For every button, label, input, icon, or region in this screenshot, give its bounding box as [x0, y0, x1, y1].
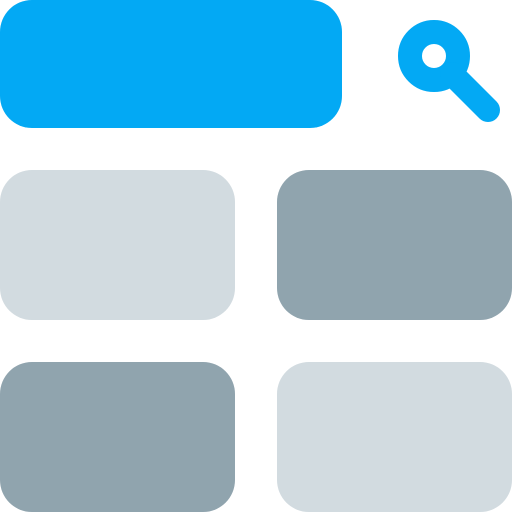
- magnifier-handle: [440, 62, 500, 122]
- search-icon[interactable]: [382, 20, 512, 130]
- grid-tile-2[interactable]: [277, 170, 512, 320]
- search-bar[interactable]: [0, 0, 342, 128]
- grid-search-illustration: [0, 0, 512, 512]
- grid-tile-3[interactable]: [0, 362, 235, 512]
- grid-tile-1[interactable]: [0, 170, 235, 320]
- grid-tile-4[interactable]: [277, 362, 512, 512]
